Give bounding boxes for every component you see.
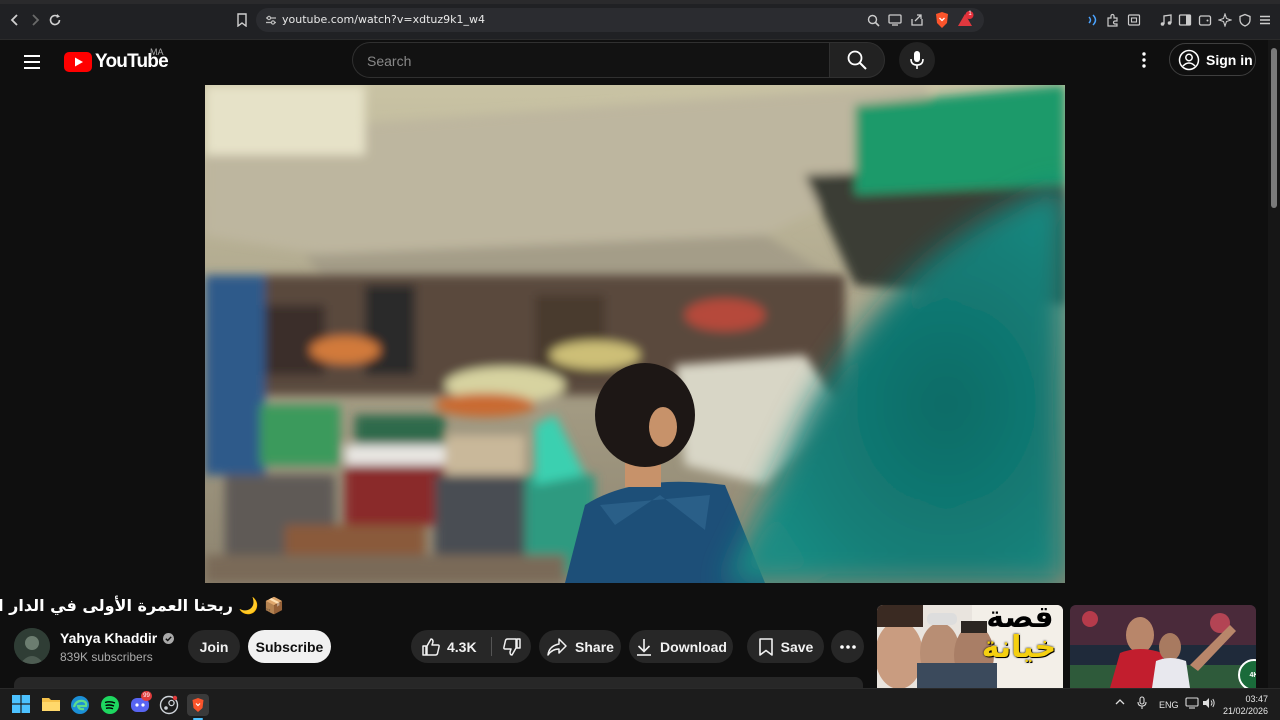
dislike-button[interactable]: [493, 630, 531, 663]
channel-name[interactable]: Yahya Khaddir: [60, 630, 175, 646]
save-playlist-icon: [758, 637, 773, 656]
share-icon: [547, 637, 567, 656]
screenshot-icon[interactable]: [1125, 11, 1143, 29]
share-label: Share: [575, 638, 614, 655]
description-box[interactable]: [14, 677, 863, 688]
like-divider: [491, 637, 492, 656]
badge-text: 4K: [1249, 672, 1256, 679]
zoom-icon[interactable]: [864, 11, 882, 29]
account-icon: [1178, 49, 1200, 70]
youtube-play-logo-icon: [64, 52, 92, 72]
rewards-badge: 1: [968, 11, 972, 17]
file-explorer-icon[interactable]: [41, 695, 61, 715]
channel-avatar[interactable]: [14, 628, 50, 664]
more-horizontal-icon: [839, 644, 856, 649]
forward-icon[interactable]: [26, 11, 44, 29]
discord-icon[interactable]: 99: [130, 691, 152, 715]
brave-browser-taskbar-icon[interactable]: [187, 694, 209, 716]
windows-taskbar: 99 ENG 03:47 21/02/2026: [0, 688, 1280, 720]
share-button[interactable]: Share: [539, 630, 621, 663]
volume-icon[interactable]: [1202, 697, 1216, 711]
download-button[interactable]: Download: [629, 630, 733, 663]
steam-icon[interactable]: [159, 695, 179, 715]
browser-toolbar: youtube.com/watch?v=xdtuz9k1_w4 1: [0, 0, 1280, 40]
search-icon: [847, 50, 867, 70]
url-text: youtube.com/watch?v=xdtuz9k1_w4: [282, 13, 485, 26]
subscribe-button[interactable]: Subscribe: [248, 630, 331, 663]
windows-start-icon[interactable]: [12, 695, 32, 715]
subscribe-label: Subscribe: [255, 638, 324, 655]
like-count: 4.3K: [447, 638, 477, 655]
scrollbar-thumb[interactable]: [1271, 48, 1277, 208]
thumbs-up-icon: [422, 637, 440, 656]
wallet-icon[interactable]: [1196, 11, 1214, 29]
recommended-video-thumbnail[interactable]: 4K: [1070, 605, 1256, 688]
more-actions-button[interactable]: [831, 630, 864, 663]
bookmark-icon[interactable]: [233, 11, 251, 29]
extensions-icon[interactable]: [1104, 11, 1122, 29]
speedreader-icon[interactable]: [1084, 11, 1102, 29]
more-vertical-icon: [1142, 52, 1146, 68]
settings-menu-button[interactable]: [1134, 50, 1154, 70]
back-icon[interactable]: [6, 11, 24, 29]
youtube-header: YouTube MA Sign in: [0, 40, 1268, 84]
search-box[interactable]: [352, 42, 829, 78]
site-settings-icon[interactable]: [265, 14, 277, 26]
show-hidden-icons-icon[interactable]: [1114, 696, 1128, 710]
thumbs-down-icon: [503, 637, 521, 656]
save-label: Save: [780, 638, 814, 655]
page-scrollbar[interactable]: [1268, 40, 1280, 688]
region-code: MA: [150, 47, 164, 57]
thumbnail-text-bottom: خيانة: [981, 630, 1057, 665]
microphone-tray-icon[interactable]: [1136, 696, 1150, 712]
search-input[interactable]: [367, 51, 807, 71]
guide-menu-icon[interactable]: [20, 50, 44, 74]
verified-check-icon: [163, 632, 175, 644]
vpn-icon[interactable]: [1236, 11, 1254, 29]
tab-strip: [0, 0, 1280, 4]
sign-in-label: Sign in: [1206, 51, 1253, 68]
cast-icon[interactable]: [886, 11, 904, 29]
brave-rewards-icon[interactable]: 1: [955, 10, 975, 30]
spotify-icon[interactable]: [100, 695, 120, 715]
clock-date[interactable]: 21/02/2026: [1222, 706, 1268, 716]
leo-ai-icon[interactable]: [1216, 11, 1234, 29]
sidebar-icon[interactable]: [1176, 11, 1194, 29]
download-label: Download: [660, 638, 727, 655]
download-icon: [637, 638, 652, 656]
subscriber-count: 839K subscribers: [60, 650, 153, 664]
share-page-icon[interactable]: [908, 11, 926, 29]
video-frame: [205, 85, 1065, 583]
channel-name-text: Yahya Khaddir: [60, 630, 158, 646]
microphone-icon: [910, 51, 924, 69]
edge-browser-icon[interactable]: [70, 695, 90, 715]
like-dislike-group: 4.3K: [411, 630, 531, 663]
video-player[interactable]: [205, 85, 1065, 583]
browser-menu-icon[interactable]: [1256, 11, 1274, 29]
discord-badge: 99: [141, 691, 152, 701]
voice-search-button[interactable]: [899, 42, 935, 78]
sign-in-button[interactable]: Sign in: [1169, 43, 1256, 76]
thumbnail-image: [1070, 605, 1256, 688]
network-icon[interactable]: [1185, 697, 1199, 711]
clock-time[interactable]: 03:47: [1240, 694, 1268, 704]
brave-shields-icon[interactable]: [932, 10, 952, 30]
search-button[interactable]: [829, 42, 885, 78]
save-button[interactable]: Save: [747, 630, 824, 663]
join-label: Join: [199, 638, 229, 655]
video-title: 📦 🌙 ربحنا العمرة الأولى في الدار البيضاء: [0, 596, 284, 615]
join-button[interactable]: Join: [188, 630, 240, 663]
like-button[interactable]: 4.3K: [411, 630, 491, 663]
input-language[interactable]: ENG: [1159, 700, 1179, 710]
recommended-video-thumbnail[interactable]: قصة خيانة: [877, 605, 1063, 688]
reload-icon[interactable]: [46, 11, 64, 29]
media-icon[interactable]: [1157, 11, 1175, 29]
